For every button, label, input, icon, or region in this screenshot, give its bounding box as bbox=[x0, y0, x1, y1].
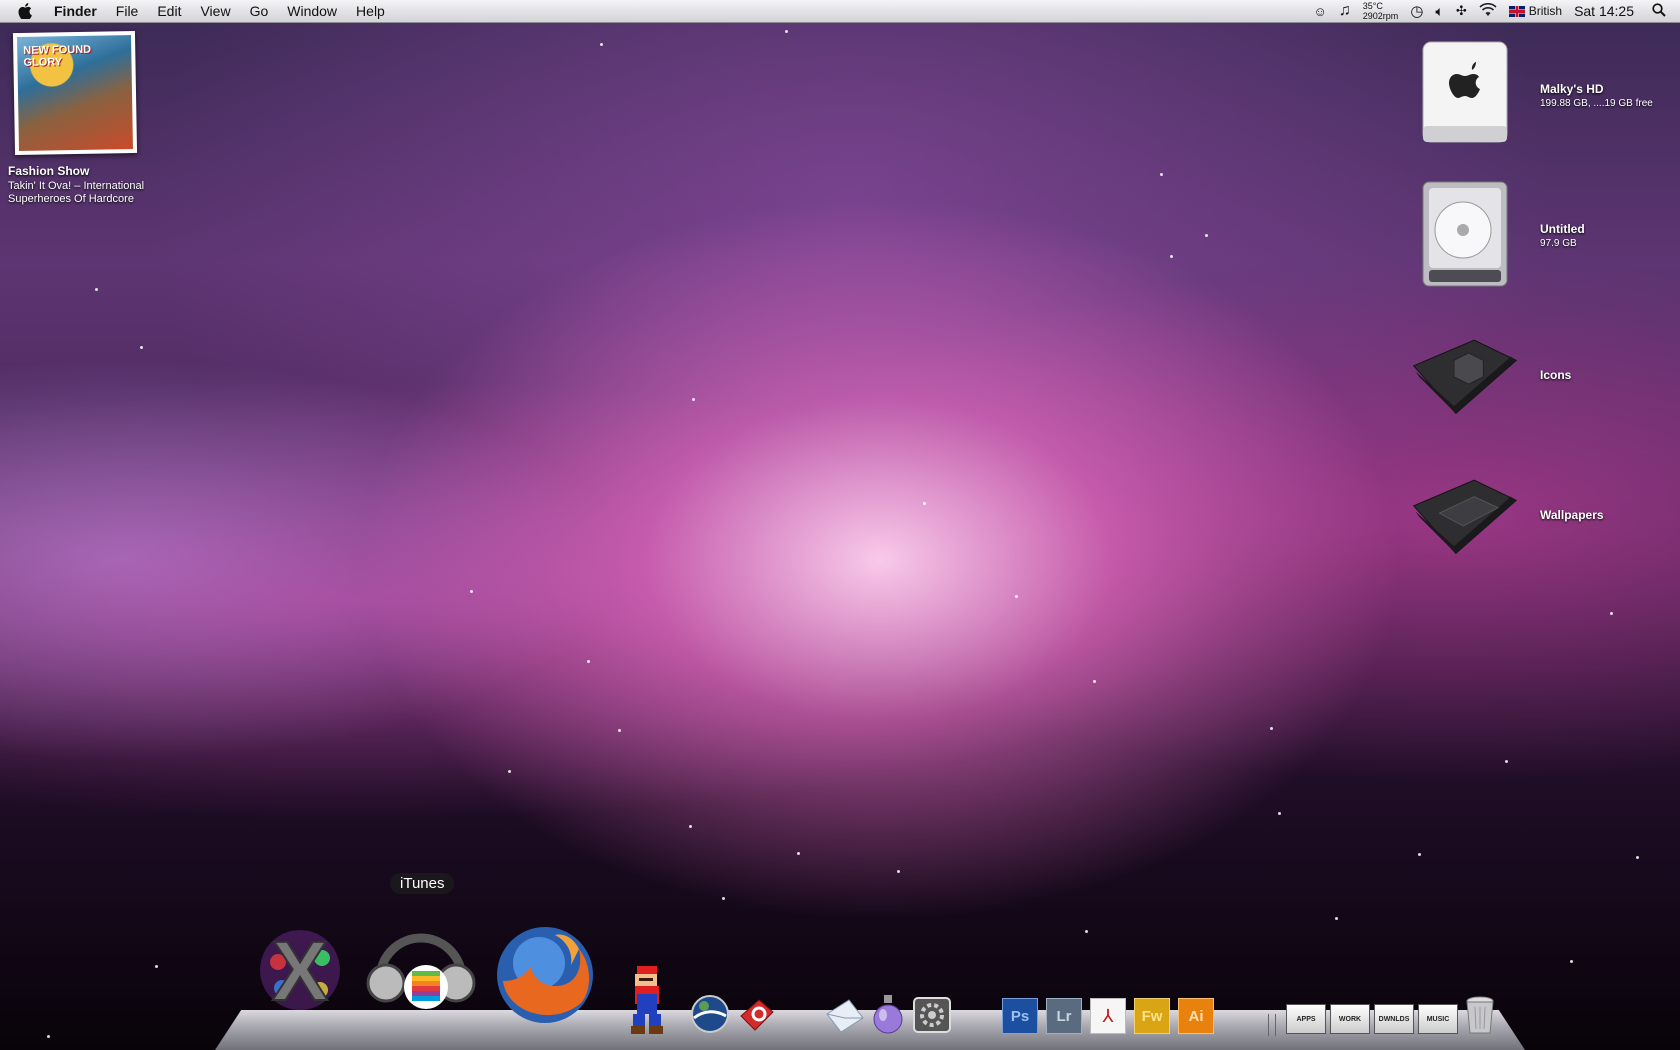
wifi-icon[interactable] bbox=[1479, 2, 1497, 20]
desktop-icon-label: Icons bbox=[1540, 368, 1572, 382]
menu-view[interactable]: View bbox=[200, 3, 230, 19]
dock-item-illustrator[interactable]: Ai bbox=[1178, 998, 1214, 1034]
lightroom-icon: Lr bbox=[1046, 998, 1082, 1034]
dock-tooltip: iTunes bbox=[390, 873, 455, 894]
menu-edit[interactable]: Edit bbox=[157, 3, 181, 19]
temperature-value: 35°C bbox=[1362, 1, 1383, 11]
growl-icon[interactable]: ☺ bbox=[1314, 4, 1327, 19]
time-machine-icon[interactable]: ◷ bbox=[1410, 2, 1423, 20]
stack-label: APPS bbox=[1296, 1015, 1316, 1023]
menu-window[interactable]: Window bbox=[287, 3, 337, 19]
apple-menu-icon[interactable] bbox=[14, 0, 36, 22]
fireworks-icon-label: Fw bbox=[1141, 1007, 1163, 1025]
now-playing-song: Fashion Show bbox=[8, 164, 90, 178]
now-playing-artist-line1: Takin' It Ova! – International bbox=[8, 180, 145, 192]
google-earth-icon bbox=[691, 995, 729, 1033]
trash-icon bbox=[1466, 996, 1494, 1034]
dock-item-itunes[interactable] bbox=[365, 908, 477, 1020]
stack-label: MUSIC bbox=[1426, 1015, 1450, 1023]
app-menu-finder[interactable]: Finder bbox=[54, 3, 97, 19]
illustrator-icon-label: Ai bbox=[1188, 1007, 1204, 1025]
fan-speed-value: 2902rpm bbox=[1362, 11, 1399, 21]
lightroom-icon-label: Lr bbox=[1056, 1007, 1072, 1025]
bluetooth-icon[interactable]: ✣ bbox=[1456, 3, 1467, 19]
potion-bottle-icon bbox=[873, 995, 903, 1034]
dock-item-trash[interactable] bbox=[1462, 994, 1498, 1036]
desktop-icon-sublabel: 199.88 GB, ....19 GB free bbox=[1540, 98, 1653, 109]
stack-box-icon: APPS bbox=[1286, 1004, 1326, 1034]
firefox-icon bbox=[497, 927, 593, 1023]
temperature-monitor[interactable]: 35°C 2902rpm bbox=[1363, 1, 1399, 21]
mario-sprite-icon bbox=[631, 966, 663, 1034]
music-note-icon[interactable]: ♫ bbox=[1339, 2, 1351, 20]
dock-item-coda[interactable] bbox=[735, 994, 779, 1036]
dark-folder-icon bbox=[1410, 320, 1520, 430]
album-artwork-text: NEW FOUND GLORY bbox=[23, 43, 92, 69]
mail-envelope-icon bbox=[826, 999, 864, 1033]
now-playing-widget: NEW FOUND GLORY Fashion Show Takin' It O… bbox=[8, 30, 178, 206]
desktop-icon-label: Wallpapers bbox=[1540, 508, 1604, 522]
dock-item-mac-os-x[interactable]: X bbox=[250, 920, 350, 1020]
album-artwork[interactable]: NEW FOUND GLORY bbox=[12, 30, 138, 156]
dock-item-mario[interactable] bbox=[625, 962, 669, 1040]
dark-folder-icon bbox=[1410, 460, 1520, 570]
dock-item-mail[interactable] bbox=[823, 994, 867, 1036]
desktop-icon-label: Untitled bbox=[1540, 222, 1585, 236]
acrobat-icon: ⅄ bbox=[1090, 998, 1126, 1034]
desktop-icon-untitled[interactable]: Untitled 97.9 GB bbox=[1410, 180, 1670, 290]
dock-item-google-earth[interactable] bbox=[688, 992, 732, 1036]
stack-label: DWNLDS bbox=[1378, 1015, 1410, 1023]
british-flag-icon bbox=[1508, 5, 1525, 17]
external-drive-icon bbox=[1410, 180, 1520, 290]
svg-text:X: X bbox=[272, 924, 328, 1018]
dock-stack-work[interactable]: WORK bbox=[1330, 1002, 1370, 1036]
menu-file[interactable]: File bbox=[116, 3, 139, 19]
photoshop-icon-label: Ps bbox=[1010, 1007, 1030, 1025]
itunes-headphones-icon bbox=[366, 933, 476, 1009]
volume-icon[interactable]: 🔈︎ bbox=[1435, 3, 1443, 20]
now-playing-artist-line2: Superheroes Of Hardcore bbox=[8, 193, 134, 205]
menu-go[interactable]: Go bbox=[250, 3, 269, 19]
dock-separator[interactable] bbox=[1268, 1014, 1276, 1036]
internal-drive-icon bbox=[1410, 40, 1520, 150]
acrobat-icon-glyph: ⅄ bbox=[1102, 1005, 1114, 1026]
input-source-menu[interactable]: British bbox=[1508, 4, 1563, 18]
now-playing-artist: Takin' It Ova! – International Superhero… bbox=[8, 180, 178, 206]
illustrator-icon: Ai bbox=[1178, 998, 1214, 1034]
stack-label: WORK bbox=[1338, 1015, 1362, 1023]
desktop-icon-sublabel: 97.9 GB bbox=[1540, 238, 1577, 249]
dock-item-lightroom[interactable]: Lr bbox=[1046, 998, 1082, 1034]
spotlight-search-icon[interactable] bbox=[1652, 2, 1666, 20]
dock-stack-apps[interactable]: APPS bbox=[1286, 1002, 1326, 1036]
stack-box-icon: DWNLDS bbox=[1374, 1004, 1414, 1034]
fireworks-icon: Fw bbox=[1134, 998, 1170, 1034]
dock-item-photoshop[interactable]: Ps bbox=[1002, 998, 1038, 1034]
desktop-icon-malkys-hd[interactable]: Malky's HD 199.88 GB, ....19 GB free bbox=[1410, 40, 1670, 150]
clock[interactable]: Sat 14:25 bbox=[1574, 3, 1634, 19]
stack-box-icon: MUSIC bbox=[1418, 1004, 1458, 1034]
dock-stack-music[interactable]: MUSIC bbox=[1418, 1002, 1458, 1036]
dock-item-firefox[interactable] bbox=[490, 925, 600, 1025]
photoshop-icon: Ps bbox=[1002, 998, 1038, 1034]
gear-icon bbox=[913, 997, 951, 1033]
dock-item-fireworks[interactable]: Fw bbox=[1134, 998, 1170, 1034]
menu-help[interactable]: Help bbox=[356, 3, 385, 19]
menu-bar: Finder File Edit View Go Window Help ☺ ♫… bbox=[0, 0, 1680, 23]
coda-leaf-icon bbox=[740, 999, 774, 1031]
dock-item-potion[interactable] bbox=[866, 992, 910, 1036]
stack-box-icon: WORK bbox=[1330, 1004, 1370, 1034]
mac-os-x-icon: X bbox=[260, 923, 340, 1018]
dock-item-system-preferences[interactable] bbox=[910, 994, 954, 1036]
desktop-icon-wallpapers-folder[interactable]: Wallpapers bbox=[1410, 460, 1670, 570]
desktop-icon-icons-folder[interactable]: Icons bbox=[1410, 320, 1670, 430]
desktop-icon-label: Malky's HD bbox=[1540, 82, 1604, 96]
dock-stack-downloads[interactable]: DWNLDS bbox=[1374, 1002, 1414, 1036]
dock-item-acrobat[interactable]: ⅄ bbox=[1090, 998, 1126, 1034]
input-source-label: British bbox=[1528, 4, 1563, 18]
